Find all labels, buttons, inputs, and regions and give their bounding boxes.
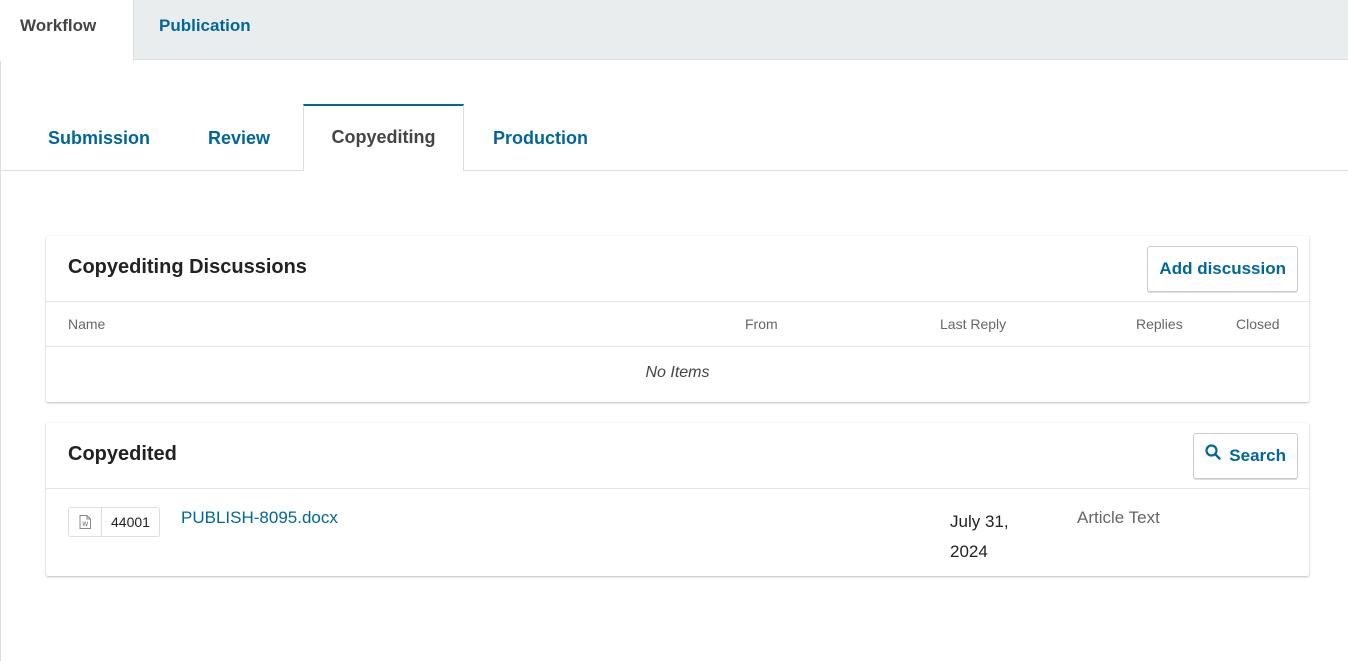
empty-state: No Items (645, 364, 710, 381)
column-header-replies: Replies (1136, 316, 1183, 332)
column-header-closed: Closed (1236, 316, 1280, 332)
svg-text:W: W (82, 521, 88, 528)
file-date-year: 2024 (950, 542, 988, 561)
file-date: July 31, 2024 (950, 507, 1030, 567)
tab-review[interactable]: Review (208, 105, 270, 171)
tab-publication[interactable]: Publication (159, 0, 251, 60)
column-header-from: From (745, 316, 778, 332)
search-button[interactable]: Search (1193, 433, 1298, 479)
panel-header: Copyedited Search (46, 423, 1309, 489)
file-date-month-day: July 31, (950, 512, 1009, 531)
tab-submission[interactable]: Submission (48, 105, 150, 171)
stage-tab-bar: Submission Review Copyediting Production (0, 104, 1348, 171)
panel-header: Copyediting Discussions Add discussion (46, 236, 1309, 302)
panel-title: Copyedited (68, 443, 177, 465)
file-id: 44001 (111, 514, 150, 530)
word-file-icon: W (69, 508, 102, 536)
copyediting-discussions-panel: Copyediting Discussions Add discussion N… (46, 236, 1309, 402)
divider (46, 346, 1309, 347)
tab-copyediting[interactable]: Copyediting (303, 104, 464, 171)
column-header-last-reply: Last Reply (940, 316, 1007, 332)
tab-production[interactable]: Production (493, 105, 588, 171)
search-button-label: Search (1229, 446, 1286, 465)
file-genre: Article Text (1077, 508, 1160, 527)
search-icon (1205, 433, 1221, 477)
add-discussion-button[interactable]: Add discussion (1147, 246, 1298, 292)
column-header-name: Name (68, 316, 106, 332)
tab-workflow[interactable]: Workflow (0, 0, 134, 61)
file-id-badge: W 44001 (68, 507, 160, 537)
left-border (0, 0, 1, 661)
top-tab-bar: Workflow Publication (0, 0, 1348, 61)
panel-title: Copyediting Discussions (68, 256, 307, 278)
file-name-link[interactable]: PUBLISH-8095.docx (181, 508, 338, 528)
copyedited-files-panel: Copyedited Search W 44001 PUBLISH-8095.d… (46, 423, 1309, 576)
